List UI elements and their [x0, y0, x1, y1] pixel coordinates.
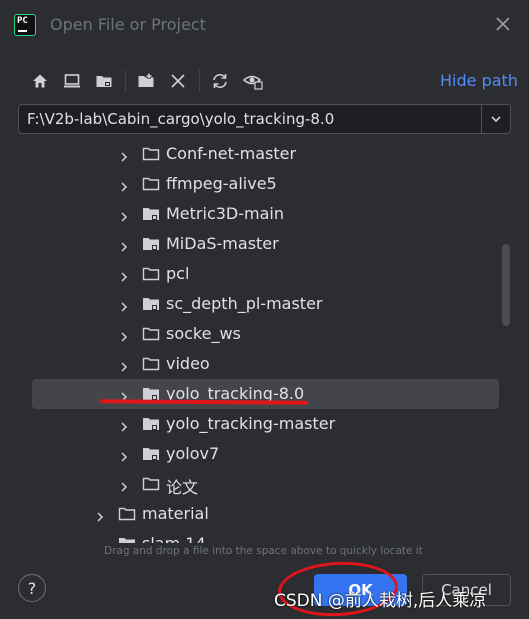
- module-folder-icon: [118, 536, 136, 543]
- dialog-title: Open File or Project: [50, 15, 206, 34]
- tree-row[interactable]: yolo_tracking-master: [32, 409, 499, 439]
- chevron-down-icon[interactable]: [481, 105, 510, 133]
- chevron-right-icon[interactable]: [118, 208, 130, 222]
- tree-row[interactable]: ffmpeg-alive5: [32, 169, 499, 199]
- folder-icon: [142, 326, 160, 342]
- tree-row[interactable]: Metric3D-main: [32, 199, 499, 229]
- folder-icon: [118, 506, 136, 522]
- tree-item-label: pcl: [166, 264, 190, 283]
- module-folder-icon: [142, 296, 160, 312]
- chevron-right-icon[interactable]: [118, 358, 130, 372]
- toolbar-separator: [125, 70, 126, 92]
- refresh-icon[interactable]: [208, 69, 232, 93]
- toolbar: Hide path: [0, 66, 529, 96]
- pycharm-app-icon: PC: [14, 14, 36, 36]
- tree-item-label: MiDaS-master: [166, 234, 279, 253]
- folder-icon: [142, 356, 160, 372]
- folder-icon: [142, 476, 160, 492]
- folder-icon: [142, 266, 160, 282]
- tree-item-label: Metric3D-main: [166, 204, 284, 223]
- tree-item-label: slam 14: [142, 534, 206, 543]
- tree-item-label: video: [166, 354, 210, 373]
- title-bar: PC Open File or Project: [0, 0, 529, 52]
- file-tree[interactable]: Conf-net-master ffmpeg-alive5 Metric3D-mai…: [18, 139, 511, 543]
- module-folder-icon: [142, 416, 160, 432]
- chevron-right-icon[interactable]: [118, 418, 130, 432]
- app-icon-label: PC: [17, 16, 28, 26]
- new-folder-icon[interactable]: [134, 69, 158, 93]
- drag-drop-hint: Drag and drop a file into the space abov…: [104, 545, 423, 557]
- folder-icon: [142, 146, 160, 162]
- tree-row[interactable]: video: [32, 349, 499, 379]
- chevron-right-icon[interactable]: [118, 388, 130, 402]
- tree-row[interactable]: MiDaS-master: [32, 229, 499, 259]
- watermark: CSDN @前人栽树,后人乘凉: [274, 591, 487, 611]
- chevron-right-icon[interactable]: [118, 448, 130, 462]
- module-folder-icon: [142, 206, 160, 222]
- tree-row[interactable]: socke_ws: [32, 319, 499, 349]
- chevron-right-icon[interactable]: [118, 328, 130, 342]
- tree-item-label: yolo_tracking-master: [166, 414, 336, 433]
- chevron-right-icon[interactable]: [118, 148, 130, 162]
- folder-icon: [142, 176, 160, 192]
- chevron-right-icon[interactable]: [118, 268, 130, 282]
- delete-icon[interactable]: [166, 69, 190, 93]
- path-input[interactable]: F:\V2b-lab\Cabin_cargo\yolo_tracking-8.0: [18, 104, 511, 134]
- tree-row[interactable]: 论文: [32, 469, 499, 499]
- tree-row[interactable]: yolo_tracking-8.0: [32, 379, 499, 409]
- path-value: F:\V2b-lab\Cabin_cargo\yolo_tracking-8.0: [27, 110, 335, 128]
- tree-item-label: Conf-net-master: [166, 144, 297, 163]
- tree-item-label: ffmpeg-alive5: [166, 174, 277, 193]
- project-folder-icon[interactable]: [92, 69, 116, 93]
- help-button[interactable]: ?: [18, 574, 46, 602]
- tree-row[interactable]: pcl: [32, 259, 499, 289]
- tree-row[interactable]: slam 14: [32, 529, 499, 543]
- tree-row[interactable]: sc_depth_pl-master: [32, 289, 499, 319]
- tree-item-label: yolov7: [166, 444, 220, 463]
- chevron-right-icon[interactable]: [118, 238, 130, 252]
- module-folder-icon: [142, 446, 160, 462]
- chevron-right-icon[interactable]: [118, 478, 130, 492]
- toolbar-separator: [199, 70, 200, 92]
- hide-path-link[interactable]: Hide path: [440, 71, 518, 90]
- desktop-icon[interactable]: [60, 69, 84, 93]
- tree-item-label: material: [142, 504, 209, 523]
- tree-row[interactable]: material: [32, 499, 499, 529]
- tree-row[interactable]: Conf-net-master: [32, 139, 499, 169]
- tree-item-label: 论文: [166, 478, 199, 497]
- home-icon[interactable]: [28, 69, 52, 93]
- show-hidden-icon[interactable]: [241, 69, 265, 93]
- tree-scrollbar[interactable]: [502, 244, 510, 326]
- chevron-right-icon[interactable]: [118, 298, 130, 312]
- module-folder-icon: [142, 236, 160, 252]
- tree-row[interactable]: yolov7: [32, 439, 499, 469]
- tree-item-label: socke_ws: [166, 324, 241, 343]
- chevron-right-icon[interactable]: [94, 508, 106, 522]
- close-icon[interactable]: [493, 14, 513, 34]
- tree-item-label: sc_depth_pl-master: [166, 294, 323, 313]
- chevron-right-icon[interactable]: [94, 538, 106, 543]
- chevron-right-icon[interactable]: [118, 178, 130, 192]
